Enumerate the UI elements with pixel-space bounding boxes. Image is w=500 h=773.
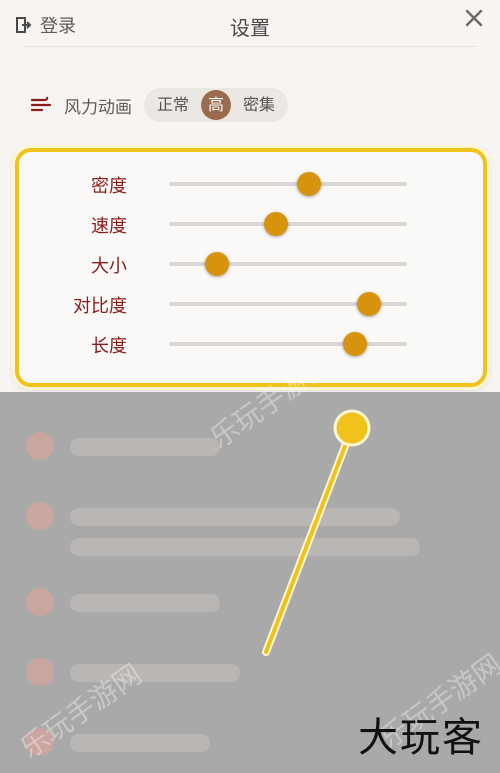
speed-label: 速度 — [91, 216, 127, 237]
contrast-thumb[interactable] — [356, 292, 381, 316]
blurred-icon — [26, 432, 54, 460]
top-bar: 登录 设置 — [0, 0, 500, 48]
density-thumb[interactable] — [297, 172, 322, 196]
wind-animation-label: 风力动画 — [64, 97, 132, 118]
length-thumb[interactable] — [342, 332, 367, 356]
slider-row-contrast: 对比度 — [19, 284, 483, 324]
blurred-row — [70, 734, 210, 752]
slider-row-speed: 速度 — [19, 204, 483, 244]
blurred-row — [70, 508, 400, 526]
length-label: 长度 — [91, 336, 127, 357]
slider-row-size: 大小 — [19, 244, 483, 284]
blurred-icon — [26, 502, 54, 530]
size-label: 大小 — [91, 256, 127, 277]
wind-animation-segmented-control: 正常 高 密集 — [144, 88, 289, 122]
contrast-slider[interactable] — [169, 292, 407, 316]
speed-thumb[interactable] — [264, 212, 289, 236]
blurred-row — [70, 538, 420, 556]
blurred-icon — [26, 588, 54, 616]
segment-normal[interactable]: 正常 — [148, 88, 198, 122]
page-title: 设置 — [230, 16, 270, 40]
density-label: 密度 — [91, 176, 127, 197]
slider-row-density: 密度 — [19, 164, 483, 204]
wind-animation-row: 风力动画 正常 高 密集 — [30, 88, 289, 122]
contrast-label: 对比度 — [73, 296, 127, 317]
divider — [24, 46, 476, 47]
size-thumb[interactable] — [204, 252, 229, 276]
segment-dense[interactable]: 密集 — [234, 88, 284, 122]
brand-logo: 大玩客 — [358, 715, 484, 761]
size-slider[interactable] — [169, 252, 407, 276]
blurred-row — [70, 594, 220, 612]
blurred-row — [70, 438, 220, 456]
settings-panel: 登录 设置 风力动画 正常 高 密集 密度 速度 大小 对比度 长度 — [0, 0, 500, 392]
slider-row-length: 长度 — [19, 324, 483, 364]
speed-slider[interactable] — [169, 212, 407, 236]
slider-group-highlight: 密度 速度 大小 对比度 长度 — [15, 148, 487, 387]
blurred-icon — [26, 658, 54, 686]
density-slider[interactable] — [169, 172, 407, 196]
wind-icon — [30, 96, 52, 112]
close-icon[interactable] — [462, 6, 486, 30]
segment-high[interactable]: 高 — [201, 90, 232, 120]
length-slider[interactable] — [169, 332, 407, 356]
